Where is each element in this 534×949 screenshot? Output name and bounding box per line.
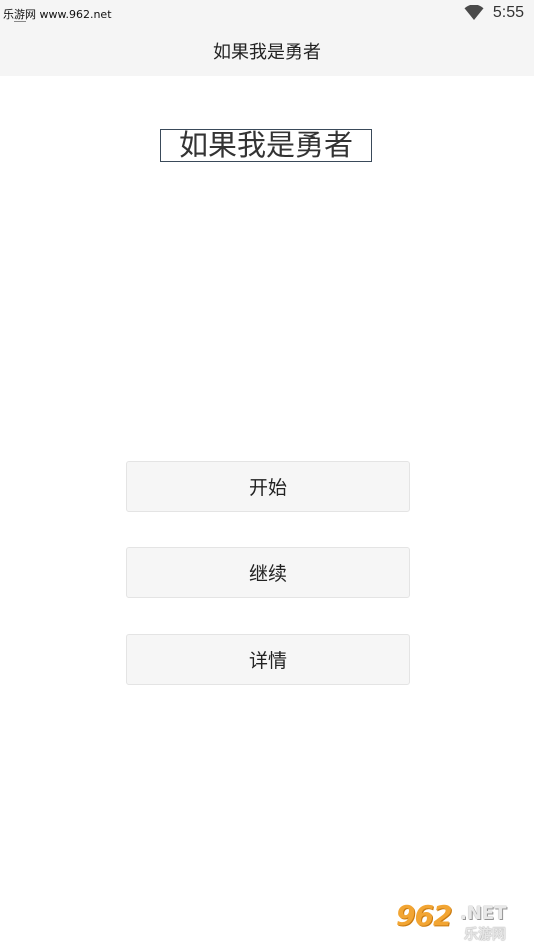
game-title: 如果我是勇者 xyxy=(160,129,372,162)
site-logo-watermark: 962 .NET 乐游网 xyxy=(396,899,528,945)
status-time: 5:55 xyxy=(492,4,524,21)
notification-dash xyxy=(14,21,26,22)
logo-domain: .NET xyxy=(460,903,507,924)
details-button[interactable]: 详情 xyxy=(126,634,410,685)
app-bar-title: 如果我是勇者 xyxy=(213,42,321,63)
continue-button[interactable]: 继续 xyxy=(126,547,410,598)
logo-name: 乐游网 xyxy=(464,927,506,943)
source-watermark-text: 乐游网 www.962.net xyxy=(3,8,112,21)
wifi-icon xyxy=(464,5,484,20)
app-header: 乐游网 www.962.net 5:55 如果我是勇者 xyxy=(0,0,534,76)
start-button[interactable]: 开始 xyxy=(126,461,410,512)
logo-number: 962 xyxy=(396,899,452,932)
status-bar-right: 5:55 xyxy=(464,4,524,22)
